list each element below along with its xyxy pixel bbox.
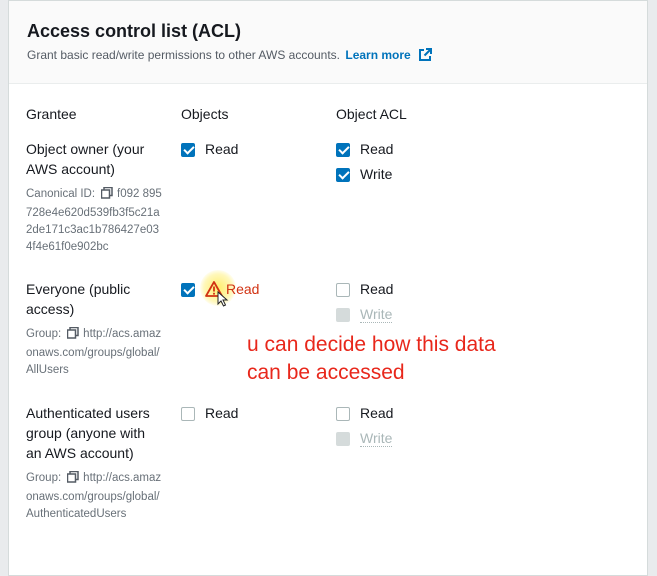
mouse-cursor-icon (217, 290, 229, 312)
panel-description: Grant basic read/write permissions to ot… (27, 48, 433, 65)
everyone-group: Group: http://acs.amazonaws.com/groups/gl… (26, 326, 162, 379)
copy-icon[interactable] (100, 186, 113, 205)
authenticated-objects-read-checkbox[interactable] (181, 407, 195, 421)
everyone-objects-read-checkbox[interactable] (181, 283, 195, 297)
owner-acl-write-label: Write (360, 166, 393, 182)
description-text: Grant basic read/write permissions to ot… (27, 48, 341, 62)
everyone-acl-write-label: Write (360, 306, 393, 323)
owner-canonical-id: Canonical ID: f092 895728e4e620d539fb3f5c… (26, 186, 162, 256)
owner-acl-read-checkbox[interactable] (336, 143, 350, 157)
owner-acl-read-label: Read (360, 141, 394, 157)
annotation-line-2: can be accessed (247, 361, 405, 384)
grantee-name-everyone: Everyone (public access) (26, 281, 131, 317)
group-label: Group: (26, 328, 62, 340)
owner-acl-write-checkbox[interactable] (336, 168, 350, 182)
everyone-acl-read-checkbox[interactable] (336, 283, 350, 297)
copy-icon[interactable] (66, 470, 79, 489)
everyone-objects-read-label: Read (226, 281, 260, 297)
panel-header: Access control list (ACL) Grant basic re… (9, 1, 647, 84)
grantee-name-owner: Object owner (your AWS account) (26, 141, 145, 177)
learn-more-link[interactable]: Learn more (345, 48, 410, 62)
copy-icon[interactable] (66, 326, 79, 345)
column-header-object-acl: Object ACL (336, 106, 407, 122)
authenticated-objects-read-label: Read (205, 405, 239, 421)
group-label: Group: (26, 472, 62, 484)
annotation-line-1: u can decide how this data (247, 333, 496, 356)
external-link-icon[interactable] (418, 48, 433, 65)
owner-objects-read-label: Read (205, 141, 239, 157)
everyone-acl-write-checkbox (336, 308, 350, 322)
canonical-id-label: Canonical ID: (26, 188, 96, 200)
authenticated-acl-write-label: Write (360, 430, 393, 447)
authenticated-acl-write-checkbox (336, 432, 350, 446)
authenticated-acl-read-label: Read (360, 405, 394, 421)
grantee-name-authenticated: Authenticated users group (anyone with a… (26, 405, 150, 461)
authenticated-group: Group: http://acs.amazonaws.com/groups/gl… (26, 470, 162, 523)
column-header-grantee: Grantee (26, 106, 77, 122)
owner-objects-read-checkbox[interactable] (181, 143, 195, 157)
panel-title: Access control list (ACL) (27, 21, 242, 41)
column-header-objects: Objects (181, 106, 229, 122)
authenticated-acl-read-checkbox[interactable] (336, 407, 350, 421)
everyone-acl-read-label: Read (360, 281, 394, 297)
annotation-note: u can decide how this data can be access… (247, 331, 496, 387)
